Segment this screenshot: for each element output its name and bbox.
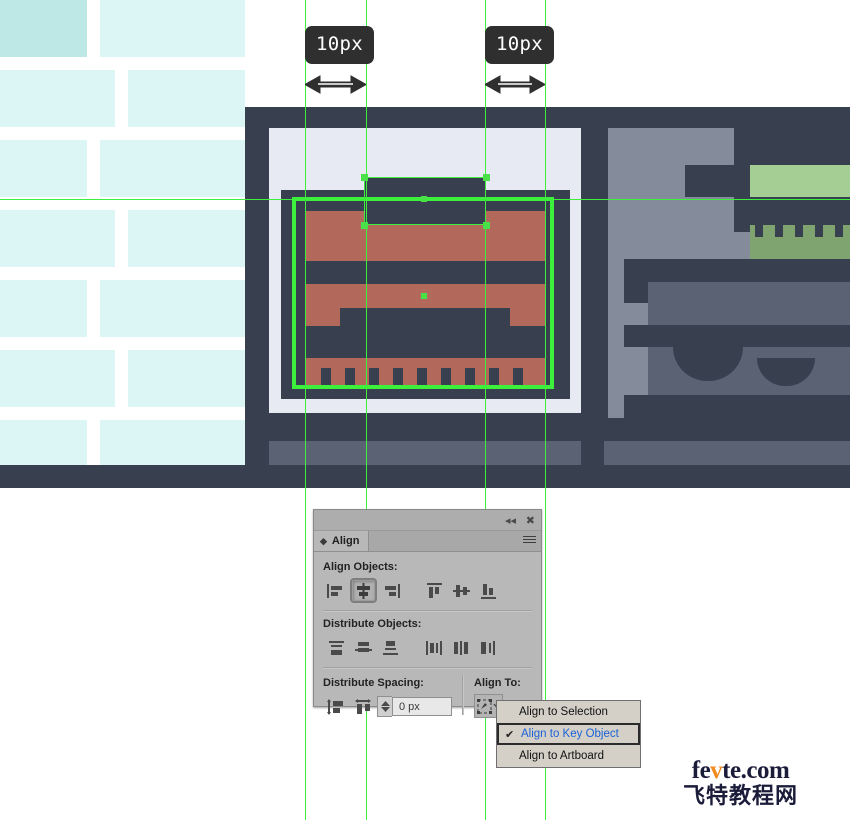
align-right-button[interactable] (377, 578, 404, 603)
selection-anchor[interactable] (483, 174, 490, 181)
distribute-objects-label: Distribute Objects: (323, 618, 422, 630)
panel-tabbar[interactable]: ◆ Align (314, 531, 541, 552)
align-objects-label: Align Objects: (323, 561, 398, 573)
panel-menu-icon[interactable] (523, 536, 536, 545)
distribute-vertical-center-button[interactable] (350, 635, 377, 660)
brick (100, 140, 245, 197)
distribute-objects-buttons (323, 635, 532, 660)
shelf-dark-block (734, 128, 850, 165)
brick (0, 350, 115, 407)
plant-notch (755, 225, 763, 237)
guide-vertical (305, 0, 306, 820)
measurement-badge-left: 10px (305, 26, 374, 64)
align-to-label: Align To: (474, 677, 521, 689)
brick (0, 210, 115, 267)
panel-body: Align Objects: Distribute Objects: Distr… (314, 552, 541, 719)
menu-item-label: Align to Artboard (519, 750, 605, 762)
watermark-te-com: te.com (722, 757, 790, 784)
align-to-dropdown-menu[interactable]: Align to Selection ✔ Align to Key Object… (496, 700, 641, 768)
selection-anchor[interactable] (361, 222, 368, 229)
distribute-spacing-group: Distribute Spacing: 0 px (323, 675, 452, 719)
align-panel[interactable]: ◂◂ ✖ ◆ Align Align Objects: Distribute O… (313, 509, 542, 718)
shelf-divider (624, 325, 850, 347)
align-top-button[interactable] (421, 578, 448, 603)
brick (128, 350, 245, 407)
align-objects-buttons (323, 578, 532, 603)
brick-wall (0, 0, 245, 465)
align-horizontal-center-button[interactable] (350, 578, 377, 603)
watermark-line2: 飞特教程网 (683, 783, 799, 808)
watermark-line1: fevte.com (683, 758, 798, 783)
measurement-badge-right: 10px (485, 26, 554, 64)
brick (100, 0, 245, 57)
brick (128, 70, 245, 127)
align-vertical-center-button[interactable] (448, 578, 475, 603)
floor-band (0, 465, 850, 488)
plant-notch (835, 225, 843, 237)
plant-notch (795, 225, 803, 237)
spacing-input[interactable]: 0 px (392, 697, 452, 716)
plant-notch (775, 225, 783, 237)
measurement-arrow-right (485, 74, 545, 96)
close-icon[interactable]: ✖ (526, 514, 535, 527)
guide-vertical (545, 0, 546, 820)
selection-anchor[interactable] (483, 222, 490, 229)
brick (0, 70, 115, 127)
shelf-surface (648, 282, 850, 325)
shelf-bottom-edge (608, 418, 850, 430)
tab-align-label: Align (331, 535, 360, 547)
watermark: fevte.com 飞特教程网 (683, 758, 798, 807)
distribute-horizontal-right-button[interactable] (475, 635, 502, 660)
distribute-horizontal-center-button[interactable] (448, 635, 475, 660)
brick (0, 140, 87, 197)
collapse-icon[interactable]: ◂◂ (505, 514, 516, 527)
panel-divider (323, 610, 532, 612)
panel-vertical-divider (462, 675, 464, 715)
align-left-button[interactable] (323, 578, 350, 603)
distribute-vertical-bottom-button[interactable] (377, 635, 404, 660)
screenshot-canvas: 10px 10px ◂◂ ✖ ◆ Align Align Objects: Di… (0, 0, 850, 820)
watermark-fe: fe (691, 757, 711, 784)
watermark-v: v (710, 757, 723, 784)
hearth-band (269, 441, 581, 465)
menu-item-label: Align to Key Object (521, 728, 619, 740)
menu-item-label: Align to Selection (519, 706, 608, 718)
brick (0, 280, 87, 337)
distribute-vertical-top-button[interactable] (323, 635, 350, 660)
align-bottom-button[interactable] (475, 578, 502, 603)
plant-box-top (750, 165, 850, 199)
shelf-base (624, 395, 850, 418)
selection-center-point[interactable] (421, 293, 427, 299)
tab-align[interactable]: ◆ Align (314, 531, 370, 551)
distribute-vertical-spacing-button[interactable] (323, 694, 350, 719)
menu-item-align-to-key-object[interactable]: ✔ Align to Key Object (497, 723, 640, 745)
spacing-stepper[interactable] (377, 696, 392, 717)
distribute-spacing-label: Distribute Spacing: (323, 677, 424, 689)
measurement-arrow-left (305, 74, 366, 96)
chevron-updown-icon: ◆ (320, 535, 327, 546)
distribute-horizontal-spacing-button[interactable] (350, 694, 377, 719)
brick (100, 420, 245, 465)
check-icon: ✔ (505, 728, 515, 741)
distribute-spacing-controls: 0 px (323, 694, 452, 719)
menu-item-align-to-selection[interactable]: Align to Selection (497, 701, 640, 723)
panel-titlebar[interactable]: ◂◂ ✖ (314, 510, 541, 531)
brick (0, 0, 87, 57)
plant-notch (815, 225, 823, 237)
menu-item-align-to-artboard[interactable]: Align to Artboard (497, 745, 640, 767)
distribute-horizontal-left-button[interactable] (421, 635, 448, 660)
selection-anchor-mid[interactable] (421, 196, 427, 202)
brick (0, 420, 87, 465)
brick (100, 280, 245, 337)
selection-anchor[interactable] (361, 174, 368, 181)
hearth-band-right (604, 441, 850, 465)
panel-divider (323, 667, 532, 669)
brick (128, 210, 245, 267)
